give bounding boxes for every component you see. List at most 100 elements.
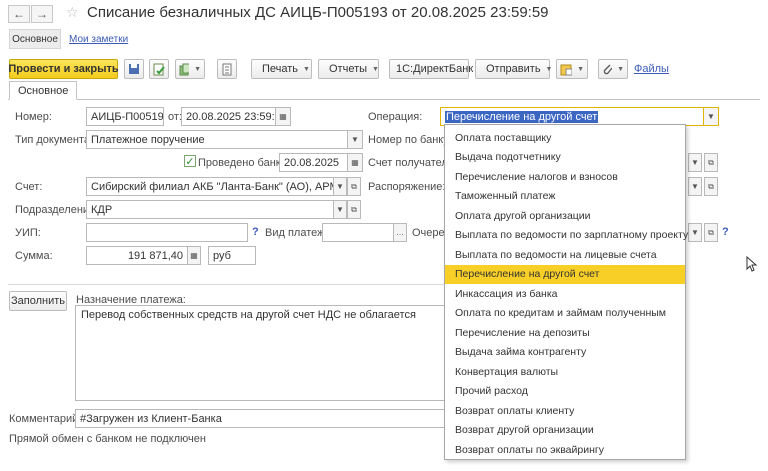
- chevron-down-icon: ▼: [351, 135, 359, 144]
- division-select[interactable]: КДР: [86, 200, 334, 219]
- chevron-down-icon: ▼: [303, 65, 310, 73]
- bank-posted-calendar-button[interactable]: ▦: [347, 153, 363, 172]
- operation-option[interactable]: Выдача займа контрагенту: [445, 343, 685, 363]
- date-field[interactable]: 20.08.2025 23:59:59: [181, 107, 276, 126]
- tab-main-form[interactable]: Основное: [9, 81, 78, 100]
- operation-option[interactable]: Конвертация валюты: [445, 362, 685, 382]
- comment-field[interactable]: #Загружен из Клиент-Банка: [75, 409, 453, 428]
- operation-option[interactable]: Инкассация из банка: [445, 284, 685, 304]
- number-field[interactable]: АИЦБ-П005193: [86, 107, 164, 126]
- operation-option[interactable]: Выдача подотчетнику: [445, 148, 685, 168]
- open-icon: ⧉: [708, 227, 714, 237]
- favorite-star-icon[interactable]: ☆: [66, 4, 79, 21]
- reports-button[interactable]: Отчеты ▼: [318, 59, 379, 79]
- tab-my-notes[interactable]: Мои заметки: [69, 34, 128, 45]
- chevron-down-icon: ▼: [691, 182, 699, 191]
- chevron-down-icon: ▼: [194, 65, 201, 73]
- currency-field[interactable]: руб: [208, 246, 256, 265]
- send-button[interactable]: Отправить ▼: [475, 59, 553, 79]
- post-button[interactable]: [149, 59, 169, 79]
- operation-option[interactable]: Оплата поставщику: [445, 128, 685, 148]
- operation-option[interactable]: Возврат другой организации: [445, 421, 685, 441]
- doctype-label: Тип документа:: [15, 134, 94, 146]
- calendar-icon: ▦: [279, 112, 287, 121]
- operation-option[interactable]: Оплата другой организации: [445, 206, 685, 226]
- tasks-icon: [560, 64, 573, 75]
- window-title: Списание безналичных ДС АИЦБ-П005193 от …: [87, 4, 549, 21]
- operation-option[interactable]: Перечисление налогов и взносов: [445, 167, 685, 187]
- sum-field[interactable]: 191 871,40: [86, 246, 188, 265]
- operation-option[interactable]: Возврат оплаты клиенту: [445, 401, 685, 421]
- back-button[interactable]: ←: [8, 5, 30, 23]
- bank-status-text: Прямой обмен с банком не подключен: [9, 433, 206, 445]
- tab-main[interactable]: Основное: [9, 29, 61, 49]
- chevron-down-icon: ▼: [545, 65, 553, 73]
- order-dropdown-button[interactable]: ▼: [688, 177, 702, 196]
- bank-posted-date-field[interactable]: 20.08.2025: [279, 153, 349, 172]
- division-dropdown-button[interactable]: ▼: [333, 200, 347, 219]
- post-doc-icon: [153, 63, 165, 75]
- queue-dropdown-button[interactable]: ▼: [688, 223, 702, 242]
- calculator-button[interactable]: ▦: [187, 246, 201, 265]
- attach-button[interactable]: ▼: [598, 59, 628, 79]
- number-label: Номер:: [15, 111, 52, 123]
- doctype-select[interactable]: Платежное поручение: [86, 130, 348, 149]
- files-link[interactable]: Файлы: [634, 63, 669, 75]
- save-button[interactable]: [124, 59, 144, 79]
- create-based-on-button[interactable]: ▼: [175, 59, 205, 79]
- payment-kind-choose-button[interactable]: …: [393, 223, 407, 242]
- bank-posted-checkbox[interactable]: ✓: [184, 155, 196, 168]
- operation-option[interactable]: Выплата по ведомости по зарплатному прое…: [445, 226, 688, 246]
- operation-option[interactable]: Выплата по ведомости на лицевые счета: [445, 245, 685, 265]
- account-open-button[interactable]: ⧉: [347, 177, 361, 196]
- form-divider: [8, 284, 448, 285]
- directbank-button[interactable]: 1С:ДиректБанк ▼: [389, 59, 485, 79]
- operation-dropdown-list: Оплата поставщику Выдача подотчетнику Пере…: [444, 124, 688, 460]
- operation-option[interactable]: Таможенный платеж: [445, 187, 685, 207]
- paperclip-icon: [603, 64, 613, 75]
- date-from-label: от:: [168, 111, 182, 123]
- account-select[interactable]: Сибирский филиал АКБ "Ланта-Банк" (АО), …: [86, 177, 334, 196]
- operation-option[interactable]: Перечисление на другой счет: [445, 264, 685, 284]
- purpose-textarea[interactable]: Перевод собственных средств на другой сч…: [75, 305, 453, 401]
- operation-option[interactable]: Оплата по кредитам и займам полученным: [445, 304, 685, 324]
- recipient-open-button[interactable]: ⧉: [704, 153, 718, 172]
- directbank-label: 1С:ДиректБанк: [396, 63, 474, 75]
- open-icon: ⧉: [351, 181, 357, 191]
- payment-kind-field[interactable]: [322, 223, 394, 242]
- operation-dropdown-button[interactable]: ▼: [703, 107, 719, 126]
- post-and-close-button[interactable]: Провести и закрыть: [8, 59, 119, 79]
- account-label: Счет:: [15, 181, 43, 193]
- operation-label: Операция:: [368, 111, 423, 123]
- recipient-dropdown-button[interactable]: ▼: [688, 153, 702, 172]
- comment-label: Комментарий:: [9, 413, 82, 425]
- chevron-down-icon: ▼: [372, 65, 379, 73]
- operation-option[interactable]: Прочий расход: [445, 382, 685, 402]
- chevron-down-icon: ▼: [577, 65, 584, 73]
- doctype-dropdown-button[interactable]: ▼: [347, 130, 363, 149]
- operation-option[interactable]: Возврат оплаты по эквайрингу: [445, 440, 685, 460]
- order-open-button[interactable]: ⧉: [704, 177, 718, 196]
- chevron-down-icon: ▼: [617, 65, 624, 73]
- mouse-cursor-icon: [746, 256, 758, 272]
- operation-selected-text: Перечисление на другой счет: [445, 110, 599, 123]
- calendar-button[interactable]: ▦: [275, 107, 291, 126]
- open-icon: ⧉: [708, 157, 714, 167]
- account-dropdown-button[interactable]: ▼: [333, 177, 347, 196]
- sum-label: Сумма:: [15, 250, 53, 262]
- division-open-button[interactable]: ⧉: [347, 200, 361, 219]
- queue-open-button[interactable]: ⧉: [704, 223, 718, 242]
- create-based-icon: [179, 63, 190, 75]
- operation-option[interactable]: Перечисление на депозиты: [445, 323, 685, 343]
- document-journal-button[interactable]: [217, 59, 237, 79]
- fill-button[interactable]: Заполнить: [9, 291, 67, 311]
- reports-label: Отчеты: [329, 63, 368, 75]
- uip-help-icon[interactable]: ?: [252, 226, 259, 238]
- print-button[interactable]: Печать ▼: [251, 59, 312, 79]
- forward-button[interactable]: →: [31, 5, 53, 23]
- tasks-button[interactable]: ▼: [556, 59, 588, 79]
- queue-help-icon[interactable]: ?: [722, 226, 729, 238]
- uip-field[interactable]: [86, 223, 248, 242]
- chevron-down-icon: ▼: [336, 182, 344, 191]
- uip-label: УИП:: [15, 227, 41, 239]
